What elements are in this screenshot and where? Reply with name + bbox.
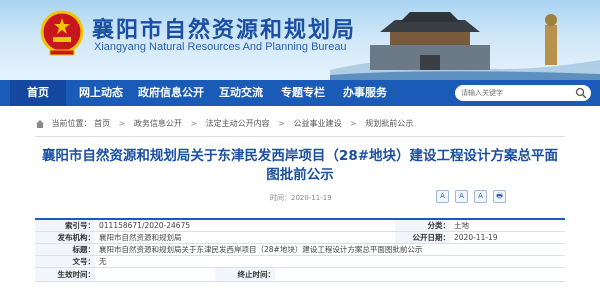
expire-value (275, 268, 395, 281)
docno-label: 文号： (35, 256, 95, 267)
table-row: 索引号： 011158671/2020-24675 分类： 土地 (35, 220, 565, 232)
location-icon (36, 119, 44, 128)
table-row: 文号： 无 (35, 256, 565, 268)
publish-time: 时间：2020-11-19 (270, 193, 332, 203)
city-gate-scenery-icon (330, 12, 600, 80)
divider (35, 136, 565, 137)
subject-label: 标题： (35, 244, 95, 255)
breadcrumb-separator: > (190, 119, 198, 128)
nav-interaction[interactable]: 互动交流 (210, 80, 272, 106)
time-label: 时间： (270, 194, 291, 202)
breadcrumb-item[interactable]: 政务信息公开 (134, 118, 182, 129)
nav-home[interactable]: 首页 (10, 80, 66, 106)
nav-topics[interactable]: 专题专栏 (272, 80, 334, 106)
breadcrumb-item[interactable]: 规划批前公示 (365, 118, 413, 129)
breadcrumb-prefix: 当前位置： (51, 119, 92, 128)
breadcrumb-separator: > (118, 119, 126, 128)
table-row: 生效时间： 终止时间： (35, 268, 565, 282)
time-value: 2020-11-19 (291, 194, 332, 202)
breadcrumb-separator: > (278, 119, 285, 128)
expire-label: 终止时间： (215, 268, 275, 281)
category-value: 土地 (454, 221, 469, 230)
table-row: 发布机构： 襄阳市自然资源和规划局 公开日期： 2020-11-19 (35, 232, 565, 244)
site-title: 襄阳市自然资源和规划局 (92, 18, 357, 43)
index-value: 011158671/2020-24675 (99, 221, 191, 230)
index-label: 索引号： (35, 220, 95, 231)
font-large-button[interactable]: A (436, 190, 449, 203)
search-box (455, 85, 591, 101)
effective-label: 生效时间： (35, 268, 95, 281)
print-button[interactable]: 🖶 (493, 190, 506, 203)
breadcrumb: 当前位置： 首页 > 政务信息公开 > 法定主动公开内容 > 公益事业建设 > … (35, 118, 413, 132)
national-emblem-icon (40, 10, 84, 56)
font-small-button[interactable]: A (474, 190, 487, 203)
pubdate-label: 公开日期： (395, 232, 450, 243)
article-title: 襄阳市自然资源和规划局关于东津民发西岸项目（28#地块）建设工程设计方案总平面图… (41, 148, 559, 183)
breadcrumb-item[interactable]: 法定主动公开内容 (206, 118, 270, 129)
nav-gov-info[interactable]: 政府信息公开 (132, 80, 210, 106)
metadata-table: 索引号： 011158671/2020-24675 分类： 土地 发布机构： 襄… (35, 218, 565, 282)
breadcrumb-item[interactable]: 公益事业建设 (293, 118, 341, 129)
pubdate-value: 2020-11-19 (454, 233, 498, 242)
publisher-value: 襄阳市自然资源和规划局 (99, 233, 182, 242)
subject-value: 襄阳市自然资源和规划局关于东津民发西岸项目（28#地块）建设工程设计方案总平面图… (99, 245, 423, 254)
docno-value: 无 (99, 257, 107, 266)
table-row: 标题： 襄阳市自然资源和规划局关于东津民发西岸项目（28#地块）建设工程设计方案… (35, 244, 565, 256)
search-input[interactable] (461, 85, 573, 101)
effective-value (95, 268, 215, 281)
font-medium-button[interactable]: A (455, 190, 468, 203)
search-icon[interactable] (575, 87, 587, 99)
category-label: 分类： (395, 220, 450, 231)
breadcrumb-item[interactable]: 首页 (94, 118, 110, 129)
site-subtitle: Xiangyang Natural Resources And Planning… (94, 41, 347, 53)
publisher-label: 发布机构： (35, 232, 95, 243)
breadcrumb-separator: > (350, 119, 357, 128)
nav-news[interactable]: 网上动态 (70, 80, 132, 106)
nav-services[interactable]: 办事服务 (334, 80, 396, 106)
site-header: 襄阳市自然资源和规划局 Xiangyang Natural Resources … (0, 0, 600, 80)
